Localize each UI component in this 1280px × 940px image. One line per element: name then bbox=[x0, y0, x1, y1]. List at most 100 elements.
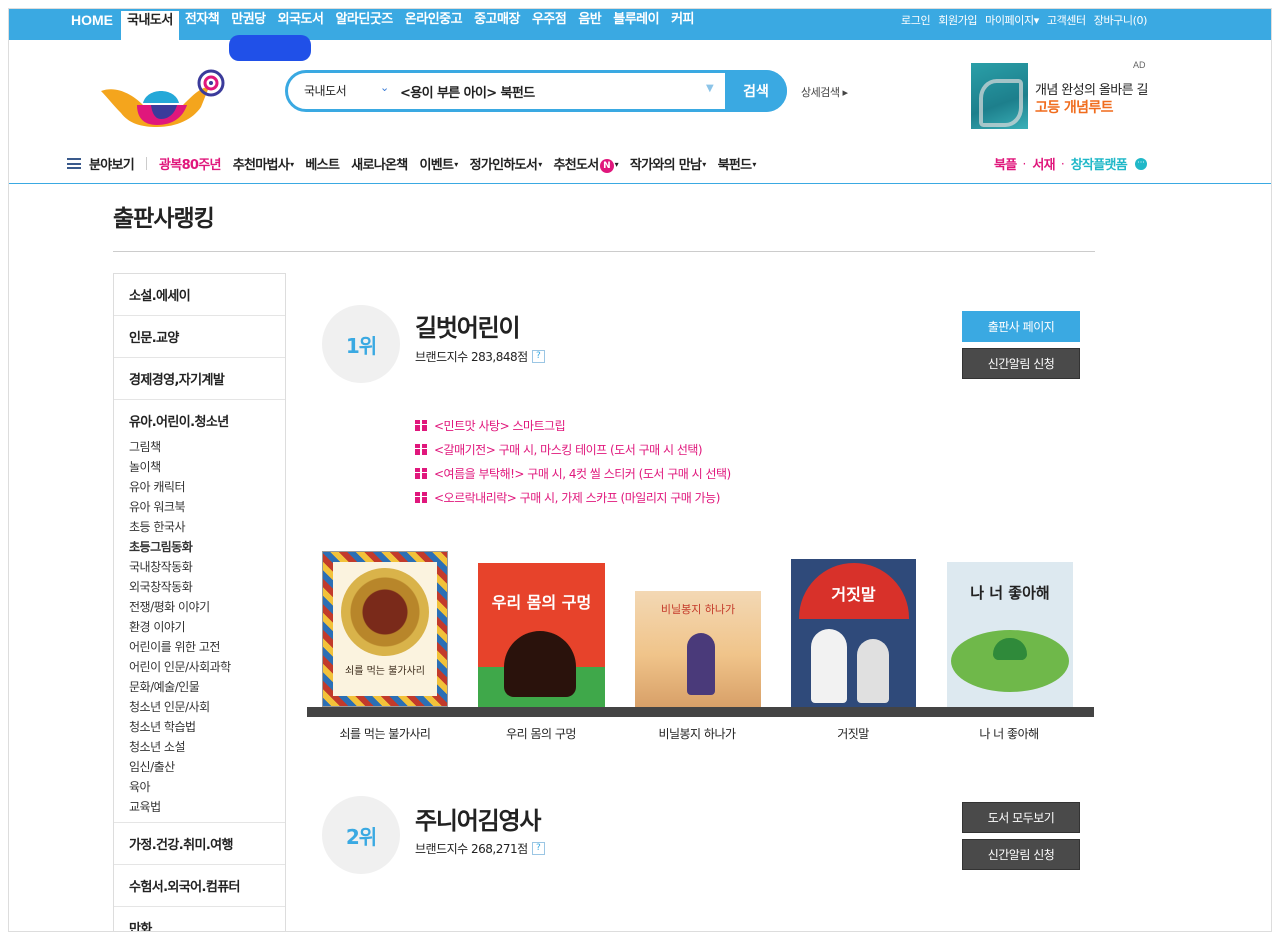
book-cover[interactable]: 우리 몸의 구멍 bbox=[478, 563, 605, 707]
sidebar-sub-item[interactable]: 어린이를 위한 고전 bbox=[129, 637, 285, 657]
sidebar-sub-item[interactable]: 문화/예술/인물 bbox=[129, 677, 285, 697]
book-title[interactable]: 비닐봉지 하나가 bbox=[622, 725, 772, 742]
promo-text: <오르락내리락> 구매 시, 가제 스카프 (마일리지 구매 가능) bbox=[434, 490, 720, 505]
publisher-page-button[interactable]: 출판사 페이지 bbox=[962, 311, 1080, 342]
sidebar-sub-item[interactable]: 환경 이야기 bbox=[129, 617, 285, 637]
sidebar-cat-humanities[interactable]: 인문.교양 bbox=[114, 316, 285, 358]
mypage-link[interactable]: 마이페이지▾ bbox=[981, 12, 1043, 28]
util-nav: 로그인 회원가입 마이페이지▾ 고객센터 장바구니(0) bbox=[897, 9, 1151, 31]
sidebar-sub-item[interactable]: 유아 캐릭터 bbox=[129, 477, 285, 497]
view-all-books-button[interactable]: 도서 모두보기 bbox=[962, 802, 1080, 833]
ad-title[interactable]: 고등 개념루트 bbox=[1035, 97, 1114, 117]
page-title: 출판사랭킹 bbox=[113, 206, 215, 232]
sidebar-cat-children[interactable]: 유아.어린이.청소년 bbox=[114, 400, 285, 435]
top-nav-home[interactable]: HOME bbox=[65, 9, 121, 40]
book-cover[interactable]: 거짓말 bbox=[791, 559, 916, 707]
ad-tagline[interactable]: 개념 완성의 올바른 길 bbox=[1035, 79, 1148, 98]
brand-index-value: 브랜드지수 268,271점 bbox=[415, 842, 528, 856]
promo-item[interactable]: <오르락내리락> 구매 시, 가제 스카프 (마일리지 구매 가능) bbox=[415, 485, 731, 509]
library-link[interactable]: 서재 bbox=[1032, 154, 1055, 173]
sidebar-cat-economy[interactable]: 경제경영,자기계발 bbox=[114, 358, 285, 400]
nav-author-meet[interactable]: 작가와의 만남▾ bbox=[624, 154, 712, 173]
nav-bookfund[interactable]: 북펀드▾ bbox=[712, 154, 762, 173]
aladin-lamp-logo[interactable] bbox=[97, 65, 229, 131]
top-nav-ujujeom[interactable]: 우주점 bbox=[526, 9, 572, 40]
nav-recommend-wizard[interactable]: 추천마법사▾ bbox=[227, 154, 300, 173]
login-link[interactable]: 로그인 bbox=[897, 12, 934, 28]
top-nav-used-store[interactable]: 중고매장 bbox=[468, 9, 526, 40]
nav-label: 추천도서 bbox=[553, 158, 600, 173]
top-nav-bluray[interactable]: 블루레이 bbox=[607, 9, 665, 40]
signup-link[interactable]: 회원가입 bbox=[934, 12, 981, 28]
sidebar-sub-item[interactable]: 유아 워크북 bbox=[129, 497, 285, 517]
sidebar-cat-novel-essay[interactable]: 소설.에세이 bbox=[114, 274, 285, 316]
advanced-search-link[interactable]: 상세검색 ▸ bbox=[801, 84, 848, 100]
sidebar-sub-item[interactable]: 그림책 bbox=[129, 437, 285, 457]
new-release-alert-button[interactable]: 신간알림 신청 bbox=[962, 839, 1080, 870]
book-cover[interactable]: 나 너 좋아해 bbox=[947, 562, 1073, 707]
top-nav-goods[interactable]: 알라딘굿즈 bbox=[329, 9, 398, 40]
rank-badge: 2위 bbox=[322, 796, 400, 874]
top-nav-ebook[interactable]: 전자책 bbox=[179, 9, 225, 40]
cover-title: 우리 몸의 구멍 bbox=[491, 593, 592, 612]
bookple-link[interactable]: 북플 bbox=[994, 154, 1017, 173]
sidebar-sub-item[interactable]: 청소년 소설 bbox=[129, 737, 285, 757]
search-input[interactable] bbox=[400, 80, 690, 102]
help-icon[interactable]: ? bbox=[531, 842, 545, 855]
book-cover[interactable]: 쇠를 먹는 불가사리 bbox=[322, 551, 448, 707]
chevron-down-icon[interactable]: ⌄ bbox=[380, 81, 389, 94]
sidebar-sub-item[interactable]: 초등 한국사 bbox=[129, 517, 285, 537]
nav-liberation-80[interactable]: 광복80주년 bbox=[153, 154, 227, 173]
promo-item[interactable]: <민트맛 사탕> 스마트그립 bbox=[415, 413, 731, 437]
nav-new-books[interactable]: 새로나온책 bbox=[345, 154, 413, 173]
promo-text: <여름을 부탁해!> 구매 시, 4컷 씰 스티커 (도서 구매 시 선택) bbox=[434, 466, 731, 481]
sidebar-sub-item[interactable]: 외국창작동화 bbox=[129, 577, 285, 597]
sidebar-sub-item[interactable]: 교육법 bbox=[129, 797, 285, 817]
category-menu-button[interactable]: 분야보기 bbox=[67, 154, 140, 173]
book-title[interactable]: 우리 몸의 구멍 bbox=[466, 725, 616, 742]
sidebar-cat-comics[interactable]: 만화 bbox=[114, 907, 285, 931]
sidebar-sub-item[interactable]: 국내창작동화 bbox=[129, 557, 285, 577]
more-icon[interactable]: ··· bbox=[1135, 157, 1147, 170]
nav-best[interactable]: 베스트 bbox=[299, 154, 345, 173]
sidebar-sub-item[interactable]: 임신/출산 bbox=[129, 757, 285, 777]
book-cover[interactable]: 비닐봉지 하나가 bbox=[635, 591, 761, 707]
cart-link[interactable]: 장바구니(0) bbox=[1090, 12, 1151, 28]
top-nav-coffee[interactable]: 커피 bbox=[665, 9, 700, 40]
promo-item[interactable]: <갈매기전> 구매 시, 마스킹 테이프 (도서 구매 시 선택) bbox=[415, 437, 731, 461]
new-release-alert-button[interactable]: 신간알림 신청 bbox=[962, 348, 1080, 379]
top-nav-bar: HOME 국내도서 전자책 만권당 외국도서 알라딘굿즈 온라인중고 중고매장 … bbox=[9, 9, 1271, 41]
sidebar-cat-exam[interactable]: 수험서.외국어.컴퓨터 bbox=[114, 865, 285, 907]
sidebar-sub-item[interactable]: 전쟁/평화 이야기 bbox=[129, 597, 285, 617]
sidebar-sub-item[interactable]: 육아 bbox=[129, 777, 285, 797]
ad-label: AD bbox=[1133, 60, 1146, 70]
creative-platform-link[interactable]: 창작플랫폼 bbox=[1071, 154, 1128, 173]
sidebar-sub-item[interactable]: 청소년 인문/사회 bbox=[129, 697, 285, 717]
top-nav-music[interactable]: 음반 bbox=[572, 9, 607, 40]
search-button[interactable]: 검색 bbox=[725, 70, 787, 112]
sidebar-sub-item[interactable]: 청소년 학습법 bbox=[129, 717, 285, 737]
publisher-name[interactable]: 길벗어린이 bbox=[415, 308, 521, 343]
book-title[interactable]: 나 너 좋아해 bbox=[934, 725, 1084, 742]
book-title[interactable]: 거짓말 bbox=[778, 725, 928, 742]
nav-price-cut[interactable]: 정가인하도서▾ bbox=[464, 154, 548, 173]
publisher-name[interactable]: 주니어김영사 bbox=[415, 801, 541, 836]
book-title[interactable]: 쇠를 먹는 불가사리 bbox=[310, 725, 460, 742]
promo-item[interactable]: <여름을 부탁해!> 구매 시, 4컷 씰 스티커 (도서 구매 시 선택) bbox=[415, 461, 731, 485]
search-category-select[interactable]: 국내도서 bbox=[304, 82, 347, 99]
sidebar-sub-item[interactable]: 놀이책 bbox=[129, 457, 285, 477]
sidebar-sub-item-selected[interactable]: 초등그림동화 bbox=[129, 537, 285, 557]
top-nav-used-online[interactable]: 온라인중고 bbox=[399, 9, 468, 40]
customer-center-link[interactable]: 고객센터 bbox=[1043, 12, 1090, 28]
nav-label: 추천마법사 bbox=[232, 158, 290, 173]
sidebar-sub-item[interactable]: 어린이 인문/사회과학 bbox=[129, 657, 285, 677]
help-icon[interactable]: ? bbox=[531, 350, 545, 363]
nav-recommended-books[interactable]: 추천도서 N ▾ bbox=[548, 154, 624, 173]
sidebar-cat-home-hobby[interactable]: 가정.건강.취미.여행 bbox=[114, 823, 285, 865]
new-badge: N bbox=[599, 159, 614, 173]
nav-events[interactable]: 이벤트▾ bbox=[414, 154, 464, 173]
dropdown-arrow-icon[interactable]: ▼ bbox=[706, 83, 714, 94]
ad-book-cover[interactable] bbox=[971, 63, 1028, 129]
brand-index: 브랜드지수 283,848점 ? bbox=[415, 348, 545, 365]
top-nav-domestic-books[interactable]: 국내도서 bbox=[121, 9, 179, 41]
